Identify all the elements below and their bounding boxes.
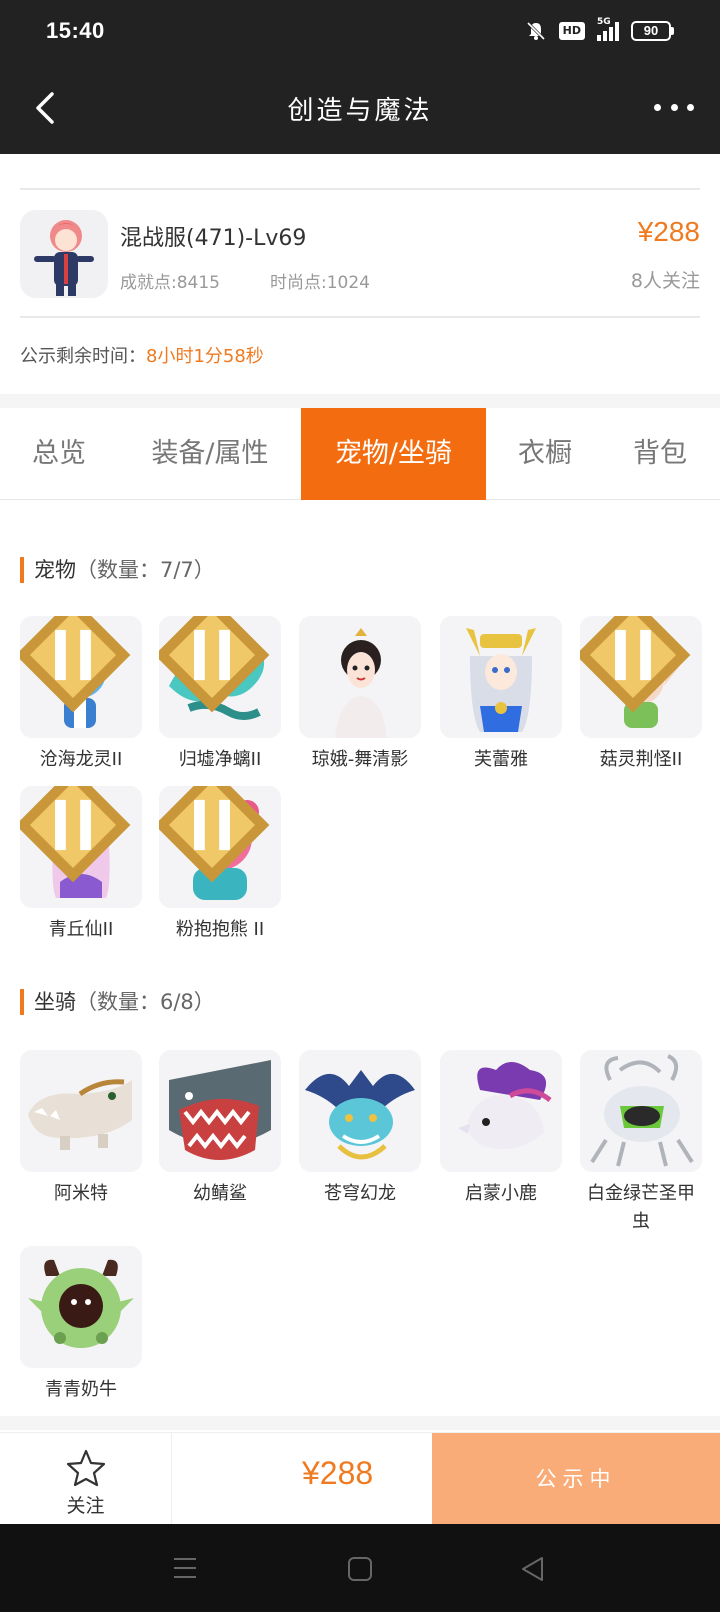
mount-thumbnail (580, 1050, 702, 1172)
action-bar: 关注 ¥288 公示中 (0, 1432, 720, 1525)
more-options-icon[interactable] (654, 92, 694, 122)
pet-name: 芙蕾雅 (474, 749, 528, 770)
tab-equipment[interactable]: 装备/属性 (130, 408, 290, 500)
tier-ii-icon (20, 786, 131, 883)
pet-name: 青丘仙II (48, 919, 114, 940)
mount-item[interactable]: 阿米特 (20, 1050, 142, 1208)
fashion-points: 时尚点:1024 (270, 273, 370, 293)
mount-thumbnail (20, 1246, 142, 1368)
tier-ii-icon (580, 616, 691, 713)
mounts-title: 坐骑 (34, 990, 76, 1014)
pets-title: 宠物 (34, 558, 76, 582)
tab-wardrobe[interactable]: 衣橱 (500, 408, 590, 500)
pet-thumbnail (299, 616, 421, 738)
follower-count: 8人关注 (630, 270, 700, 292)
app-header: 创造与魔法 (0, 62, 720, 154)
mount-thumbnail (440, 1050, 562, 1172)
tab-backpack[interactable]: 背包 (620, 408, 700, 500)
tab-pets-mounts[interactable]: 宠物/坐骑 (301, 408, 486, 500)
pets-section-title: 宠物（数量：7/7） (20, 554, 215, 584)
battery-icon: 90 (631, 21, 674, 41)
pet-item[interactable]: 青丘仙II (20, 786, 142, 944)
bell-muted-icon (526, 21, 545, 41)
pet-item[interactable]: 沧海龙灵II (20, 616, 142, 774)
mount-item[interactable]: 苍穹幻龙 (299, 1050, 421, 1208)
tier-ii-icon (159, 616, 270, 713)
item-price: ¥288 (637, 216, 700, 247)
pet-item[interactable]: 粉抱抱熊 II (159, 786, 281, 944)
tab-overview[interactable]: 总览 (0, 408, 118, 500)
pet-item[interactable]: 归墟净螭II (159, 616, 281, 774)
pet-name: 粉抱抱熊 II (175, 919, 265, 940)
section-separator (0, 1416, 720, 1430)
battery-level: 90 (631, 21, 671, 41)
divider (20, 188, 700, 190)
divider (20, 316, 700, 318)
mount-item[interactable]: 幼鲭鲨 (159, 1050, 281, 1208)
pet-thumbnail (159, 786, 281, 908)
mounts-count: （数量：6/8） (76, 990, 215, 1014)
mount-item[interactable]: 青青奶牛 (20, 1246, 142, 1404)
tab-bar: 总览 装备/属性 宠物/坐骑 衣橱 背包 (0, 408, 720, 500)
mount-item[interactable]: 启蒙小鹿 (440, 1050, 562, 1208)
pet-thumbnail (440, 616, 562, 738)
item-card: 混战服(471)-Lv69 成就点:8415 时尚点:1024 ¥288 8人关… (0, 206, 720, 316)
achievement-points: 成就点:8415 (120, 273, 220, 293)
follow-button[interactable]: 关注 (0, 1433, 172, 1525)
status-bar: 15:40 HD 5G 90 (0, 0, 720, 62)
mount-item[interactable]: 白金绿芒圣甲虫 (580, 1050, 702, 1236)
tier-ii-icon (20, 616, 131, 713)
mount-name: 青青奶牛 (45, 1379, 117, 1400)
pet-item[interactable]: 琼娥-舞清影 (299, 616, 421, 774)
mount-thumbnail (299, 1050, 421, 1172)
bottom-price: ¥288 (302, 1455, 374, 1491)
mounts-section-title: 坐骑（数量：6/8） (20, 986, 215, 1016)
mount-name: 白金绿芒圣甲虫 (587, 1183, 695, 1232)
pet-name: 归墟净螭II (178, 749, 262, 770)
tier-ii-icon (159, 786, 270, 883)
hd-icon: HD (558, 22, 585, 40)
mount-thumbnail (20, 1050, 142, 1172)
avatar[interactable] (20, 210, 108, 298)
network-label: 5G (597, 17, 611, 27)
status-icons: HD 5G 90 (525, 17, 674, 42)
pets-count: （数量：7/7） (76, 558, 215, 582)
publish-status-button[interactable]: 公示中 (432, 1433, 720, 1525)
pet-thumbnail (20, 616, 142, 738)
page-title: 创造与魔法 (287, 96, 433, 126)
pet-item[interactable]: 芙蕾雅 (440, 616, 562, 774)
follow-label: 关注 (66, 1495, 105, 1517)
star-icon (66, 1449, 106, 1487)
section-separator (0, 394, 720, 408)
mount-name: 幼鲭鲨 (193, 1183, 247, 1204)
pet-name: 琼娥-舞清影 (311, 749, 409, 770)
pet-thumbnail (159, 616, 281, 738)
signal-icon: 5G (597, 17, 619, 41)
mount-thumbnail (159, 1050, 281, 1172)
clock: 15:40 (46, 18, 105, 43)
pet-name: 菇灵荆怪II (599, 749, 683, 770)
countdown-value: 8小时1分58秒 (146, 346, 264, 367)
mount-name: 阿米特 (54, 1183, 108, 1204)
home-icon[interactable] (347, 1556, 373, 1582)
back-icon[interactable] (520, 1556, 544, 1582)
pet-item[interactable]: 菇灵荆怪II (580, 616, 702, 774)
mount-name: 启蒙小鹿 (465, 1183, 537, 1204)
item-name: 混战服(471)-Lv69 (120, 226, 307, 251)
system-nav-bar (0, 1524, 720, 1612)
pet-thumbnail (580, 616, 702, 738)
pet-name: 沧海龙灵II (39, 749, 123, 770)
menu-icon[interactable] (172, 1556, 198, 1580)
pet-thumbnail (20, 786, 142, 908)
mount-name: 苍穹幻龙 (324, 1183, 396, 1204)
countdown-label: 公示剩余时间： (20, 346, 146, 367)
publish-countdown: 公示剩余时间：8小时1分58秒 (20, 342, 264, 368)
